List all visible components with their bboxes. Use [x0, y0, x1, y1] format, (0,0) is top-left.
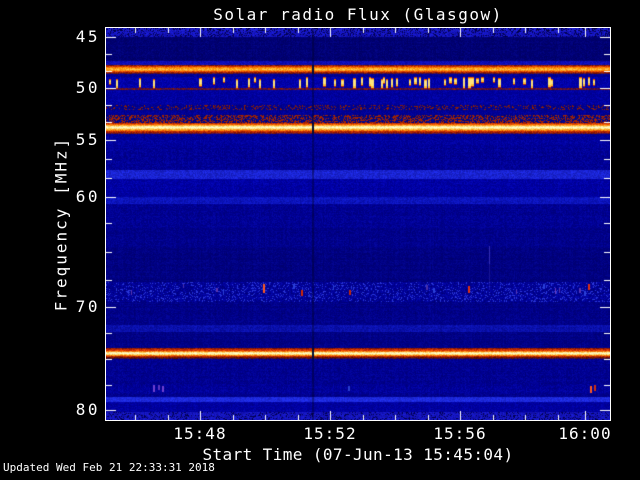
- x-tick-label: 15:56: [433, 424, 487, 443]
- x-tick-label: 15:48: [173, 424, 227, 443]
- updated-timestamp: Updated Wed Feb 21 22:33:31 2018: [3, 461, 215, 474]
- y-tick-label: 55: [75, 130, 100, 149]
- y-tick-label: 60: [75, 187, 100, 206]
- spectrogram-canvas: [106, 28, 610, 420]
- chart-title: Solar radio Flux (Glasgow): [213, 5, 503, 24]
- y-tick-label: 80: [75, 400, 100, 419]
- y-tick-label: 50: [75, 78, 100, 97]
- x-tick-label: 16:00: [558, 424, 612, 443]
- plot-area: [105, 27, 611, 421]
- page: { "title": "Solar radio Flux (Glasgow)",…: [0, 0, 640, 480]
- y-axis-title: Frequency [MHz]: [51, 136, 71, 312]
- x-tick-label: 15:52: [303, 424, 357, 443]
- y-tick-label: 70: [75, 297, 100, 316]
- y-tick-label: 45: [75, 27, 100, 46]
